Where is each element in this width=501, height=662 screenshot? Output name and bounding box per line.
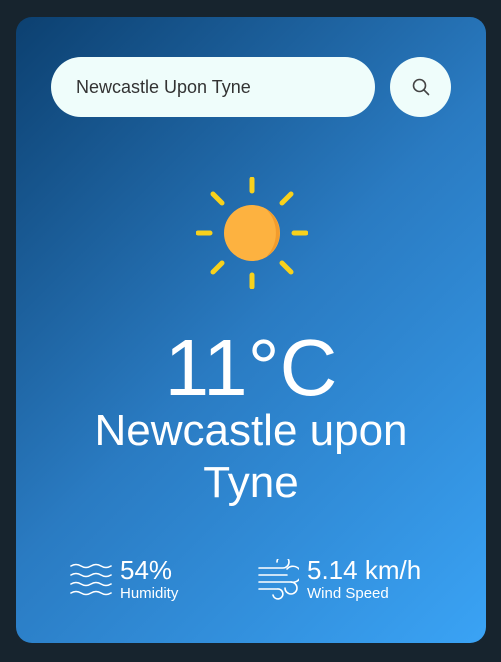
wind-icon — [258, 559, 299, 600]
humidity-detail: 54% Humidity — [70, 555, 178, 603]
wind-detail: 5.14 km/h Wind Speed — [257, 555, 421, 603]
wind-speed-value: 5.14 km/h — [307, 555, 422, 585]
wind-speed-label: Wind Speed — [307, 585, 389, 602]
sun-icon — [196, 177, 308, 289]
search-button[interactable] — [390, 57, 451, 117]
humidity-value: 54% — [120, 555, 173, 585]
humidity-label: Humidity — [120, 585, 179, 602]
weather-card: 11°C Newcastle upon Tyne 54% Humidity — [16, 17, 486, 643]
search-input[interactable] — [51, 57, 375, 117]
search-icon — [412, 78, 429, 96]
temperature: 11°C — [164, 323, 338, 412]
city-name: Newcastle upon Tyne — [94, 406, 408, 507]
humidity-waves-icon — [70, 563, 112, 596]
